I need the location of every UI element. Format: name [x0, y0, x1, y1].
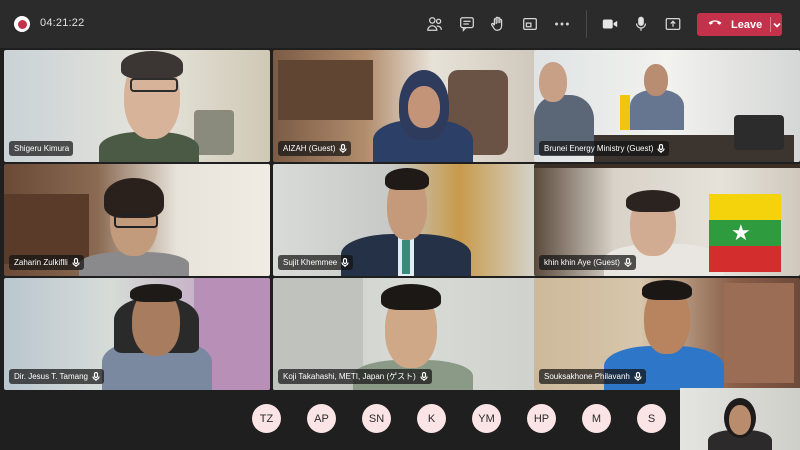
mic-icon [72, 257, 80, 267]
video-tile[interactable]: Zaharin Zulkiflli [4, 164, 270, 276]
participant-name-tag: Brunei Energy Ministry (Guest) [539, 141, 670, 156]
video-tile[interactable]: Souksakhone Philavanh [534, 278, 800, 390]
mic-icon [420, 371, 428, 381]
self-view-video[interactable] [680, 388, 800, 450]
video-tile[interactable]: Brunei Energy Ministry (Guest) [534, 50, 800, 162]
participant-avatar[interactable]: TZ [252, 404, 281, 433]
participant-name: AIZAH (Guest) [283, 144, 336, 153]
meeting-timer: 04:21:22 [40, 17, 85, 29]
mic-icon [634, 371, 642, 381]
participant-name-tag: Shigeru Kimura [9, 141, 74, 156]
participant-name-tag: Sujit Khemmee [278, 255, 354, 270]
mic-icon [657, 143, 665, 153]
video-tile[interactable]: Koji Takahashi, METI, Japan (ゲスト) [273, 278, 539, 390]
meeting-toolbar: 04:21:22 Leave [0, 0, 800, 48]
mic-icon [624, 257, 632, 267]
toolbar-divider [586, 10, 587, 38]
participant-name: Shigeru Kimura [14, 144, 70, 153]
participant-name: Dir. Jesus T. Tamang [14, 372, 88, 381]
participant-name: Zaharin Zulkiflli [14, 258, 68, 267]
mic-icon[interactable] [629, 12, 653, 36]
participant-name-tag: Dir. Jesus T. Tamang [9, 369, 104, 384]
hang-up-icon [707, 14, 723, 35]
participant-name: Koji Takahashi, METI, Japan (ゲスト) [283, 372, 416, 381]
mic-icon [339, 143, 348, 153]
participant-avatar[interactable]: S [637, 404, 666, 433]
mic-icon [92, 371, 100, 381]
recording-indicator-icon [14, 16, 30, 32]
chat-icon[interactable] [455, 12, 479, 36]
participant-name-tag: Souksakhone Philavanh [539, 369, 646, 384]
participant-name-tag: Koji Takahashi, METI, Japan (ゲスト) [278, 369, 432, 384]
video-tile[interactable]: Shigeru Kimura [4, 50, 270, 162]
participant-name-tag: Zaharin Zulkiflli [9, 255, 84, 270]
video-tile[interactable]: Dir. Jesus T. Tamang [4, 278, 270, 390]
participant-avatar[interactable]: SN [362, 404, 391, 433]
camera-icon[interactable] [598, 12, 622, 36]
participant-name: khin khin Aye (Guest) [544, 258, 620, 267]
participant-avatar[interactable]: YM [472, 404, 501, 433]
share-icon[interactable] [661, 12, 685, 36]
people-icon[interactable] [423, 12, 447, 36]
raise-hand-icon[interactable] [486, 12, 510, 36]
leave-label: Leave [731, 18, 763, 31]
participant-avatar[interactable]: HP [527, 404, 556, 433]
participant-name-tag: AIZAH (Guest) [278, 141, 352, 156]
participant-avatar[interactable]: M [582, 404, 611, 433]
participant-avatar[interactable]: K [417, 404, 446, 433]
leave-button[interactable]: Leave [697, 13, 782, 36]
participant-name: Brunei Energy Ministry (Guest) [544, 144, 654, 153]
video-tile[interactable]: Sujit Khemmee [273, 164, 539, 276]
participant-name: Sujit Khemmee [283, 258, 338, 267]
video-tile[interactable]: AIZAH (Guest) [273, 50, 539, 162]
mic-icon [341, 257, 349, 267]
participant-name: Souksakhone Philavanh [544, 372, 630, 381]
participant-avatar[interactable]: AP [307, 404, 336, 433]
video-tile[interactable]: ★ khin khin Aye (Guest) [534, 164, 800, 276]
chevron-down-icon[interactable] [771, 13, 782, 36]
rooms-icon[interactable] [518, 12, 542, 36]
more-icon[interactable] [550, 12, 574, 36]
participant-name-tag: khin khin Aye (Guest) [539, 255, 636, 270]
